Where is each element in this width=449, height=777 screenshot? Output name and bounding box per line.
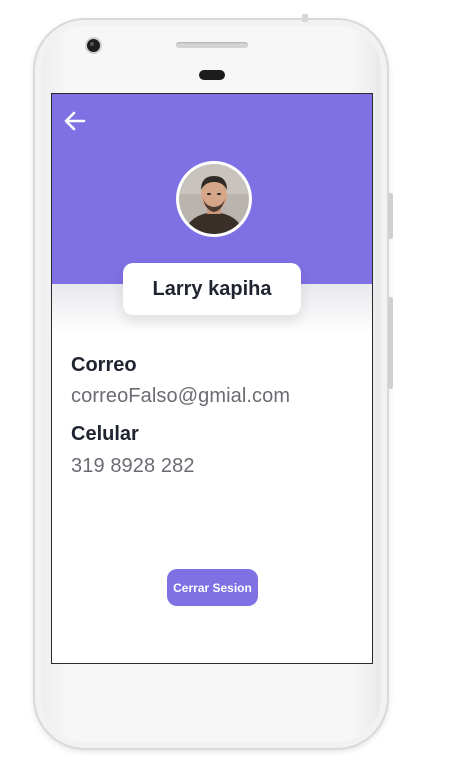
- app-screen: Larry kapiha Correo correoFalso@gmial.co…: [51, 93, 373, 664]
- arrow-left-icon: [64, 111, 86, 131]
- email-value: correoFalso@gmial.com: [71, 385, 291, 407]
- logout-button[interactable]: Cerrar Sesion: [167, 569, 258, 606]
- email-label: Correo: [71, 354, 137, 376]
- proximity-sensor: [199, 70, 225, 80]
- avatar: [176, 161, 252, 237]
- profile-photo: [179, 164, 249, 234]
- phone-top-nub: [302, 14, 308, 22]
- earpiece-speaker: [176, 42, 248, 48]
- front-camera: [87, 39, 100, 52]
- phone-power-button: [388, 193, 393, 239]
- profile-name: Larry kapiha: [123, 263, 301, 315]
- phone-label: Celular: [71, 423, 139, 445]
- back-button[interactable]: [62, 108, 88, 134]
- phone-volume-button: [388, 297, 393, 389]
- phone-value: 319 8928 282: [71, 455, 195, 477]
